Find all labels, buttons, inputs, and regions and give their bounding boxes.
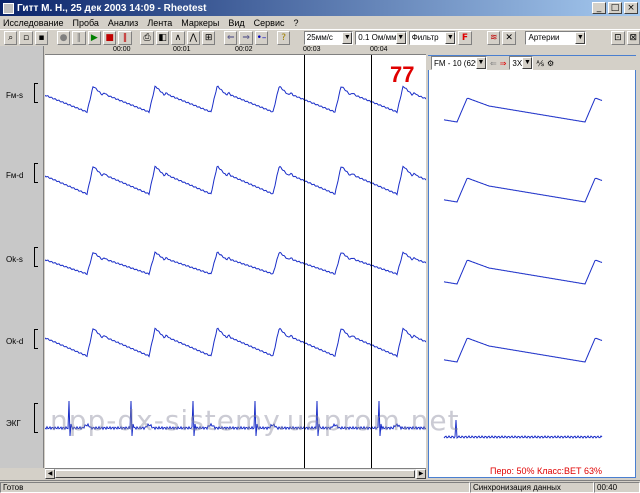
arrow-left-icon[interactable]: ⇐ xyxy=(490,59,497,68)
help-icon[interactable]: ? xyxy=(276,30,291,45)
wave-settings-icon[interactable]: ≋ xyxy=(487,30,501,45)
settings-icon[interactable]: ✕ xyxy=(502,30,516,45)
status-text: Готов xyxy=(0,481,470,493)
channel-label: ЭКГ xyxy=(6,419,21,428)
channel-label: Fм-d xyxy=(6,171,24,180)
cycle-select[interactable]: FM - 10 (62%) ▼ xyxy=(431,56,487,70)
time-tick: 00:04 xyxy=(370,46,388,53)
time-tick: 00:01 xyxy=(173,46,191,53)
panel-toolbar: FM - 10 (62%) ▼ ⇐ ⇒ 3X ▼ ⅍ ⚙ xyxy=(428,56,636,70)
play-icon[interactable]: ▶ xyxy=(87,30,101,45)
menu-research[interactable]: Исследование xyxy=(3,18,63,28)
scale-icon[interactable]: ⅍ xyxy=(536,59,544,68)
status-sync: Синхронизация данных xyxy=(470,481,594,493)
trace-ok-d xyxy=(45,327,426,358)
window-title: Гитт М. Н., 25 дек 2003 14:09 - Rheotest xyxy=(17,2,207,14)
filter-select[interactable]: Фильтр ▼ xyxy=(408,30,457,45)
menu-help[interactable]: ? xyxy=(294,18,299,28)
cursor-marker-2[interactable] xyxy=(371,55,372,468)
averaged-cycle-traces xyxy=(443,97,603,439)
cursor-marker-1[interactable] xyxy=(304,55,305,468)
menu-analysis[interactable]: Анализ xyxy=(108,18,138,28)
arrow-right-icon[interactable]: ⇒ xyxy=(500,59,507,68)
close-button[interactable]: × xyxy=(624,2,638,14)
averaged-ecg xyxy=(443,419,603,439)
channel-label: Ok-s xyxy=(6,255,23,264)
averaged-cycle xyxy=(443,177,603,203)
time-tick: 00:03 xyxy=(303,46,321,53)
expand-icon[interactable]: ⊠ xyxy=(626,30,640,45)
analysis-status: Перо: 50% Класс:ВЕТ 63% xyxy=(490,466,603,476)
waveform-traces xyxy=(45,85,426,437)
marker-icon[interactable]: •– xyxy=(254,30,269,45)
scroll-thumb[interactable] xyxy=(55,470,415,478)
status-time: 00:40 xyxy=(594,481,640,493)
analyze-icon[interactable]: ⋀ xyxy=(186,30,200,45)
tool-icon[interactable]: ⚙ xyxy=(547,59,554,68)
toolbar: ⌕ ▫ ▪ ● ‖ ▶ ■ ‖ ⎙ ◧ ∧ ⋀ ⊞ ⇐ ⇒ •– ? 25мм/… xyxy=(0,29,640,45)
layout-icon[interactable]: ⊡ xyxy=(611,30,625,45)
trace-ecg xyxy=(45,400,426,437)
scale-bracket xyxy=(34,83,38,103)
menu-tape[interactable]: Лента xyxy=(147,18,172,28)
maximize-button[interactable]: □ xyxy=(608,2,622,14)
menu-test[interactable]: Проба xyxy=(72,18,98,28)
menu-bar: Исследование Проба Анализ Лента Маркеры … xyxy=(0,16,640,29)
record-icon[interactable]: ■ xyxy=(102,30,117,45)
print-icon[interactable]: ⎙ xyxy=(140,30,154,45)
scale-bracket xyxy=(34,329,38,349)
filter-button[interactable]: F xyxy=(458,30,472,45)
menu-view[interactable]: Вид xyxy=(228,18,244,28)
stop-icon[interactable]: ● xyxy=(56,30,71,45)
time-tick: 00:02 xyxy=(235,46,253,53)
scale-bracket xyxy=(34,403,38,433)
save-icon[interactable]: ▪ xyxy=(34,30,49,45)
pause-red-icon[interactable]: ‖ xyxy=(118,30,132,45)
app-icon xyxy=(3,2,14,14)
zoom-select[interactable]: 3X ▼ xyxy=(509,56,534,70)
title-bar: Гитт М. Н., 25 дек 2003 14:09 - Rheotest… xyxy=(0,0,640,16)
minimize-button[interactable]: _ xyxy=(592,2,606,14)
trace-ok-s xyxy=(45,251,426,276)
time-ruler: 00:00 00:01 00:02 00:03 00:04 xyxy=(45,46,426,55)
averaged-cycle xyxy=(443,97,603,123)
channel-label: Ok-d xyxy=(6,337,24,346)
measure-icon[interactable]: ∧ xyxy=(171,30,185,45)
averaged-cycle xyxy=(443,337,603,363)
arrow-right-icon[interactable]: ⇒ xyxy=(239,30,253,45)
channel-labels: Fм-s Fм-d Ok-s Ok-d ЭКГ xyxy=(0,46,44,468)
arrow-left-icon[interactable]: ⇐ xyxy=(224,30,238,45)
status-bar: Готов Синхронизация данных 00:40 xyxy=(0,480,640,493)
preview-icon[interactable]: ◧ xyxy=(155,30,170,45)
time-tick: 00:00 xyxy=(113,46,131,53)
pause-icon[interactable]: ‖ xyxy=(72,30,86,45)
trace-fm-s xyxy=(45,85,426,114)
channel-label: Fм-s xyxy=(6,91,24,100)
mode-select[interactable]: Артерии ▼ xyxy=(525,30,587,45)
scale-bracket xyxy=(34,247,38,267)
scroll-left-icon[interactable]: ◀ xyxy=(45,469,55,479)
scroll-right-icon[interactable]: ▶ xyxy=(416,469,426,479)
averaged-cycle xyxy=(443,259,603,285)
heart-rate-value: 77 xyxy=(390,62,415,87)
menu-markers[interactable]: Маркеры xyxy=(181,18,219,28)
trace-fm-d xyxy=(45,165,426,196)
menu-service[interactable]: Сервис xyxy=(254,18,285,28)
open-icon[interactable]: ⌕ xyxy=(4,30,18,45)
gain-select[interactable]: 0.1 Ом/мм ▼ xyxy=(355,30,407,45)
scale-bracket xyxy=(34,163,38,183)
zoom-icon[interactable]: ⊞ xyxy=(201,30,216,45)
new-icon[interactable]: ▫ xyxy=(19,30,33,45)
horizontal-scrollbar[interactable]: ◀ ▶ xyxy=(45,468,426,479)
speed-select[interactable]: 25мм/с ▼ xyxy=(303,30,354,45)
